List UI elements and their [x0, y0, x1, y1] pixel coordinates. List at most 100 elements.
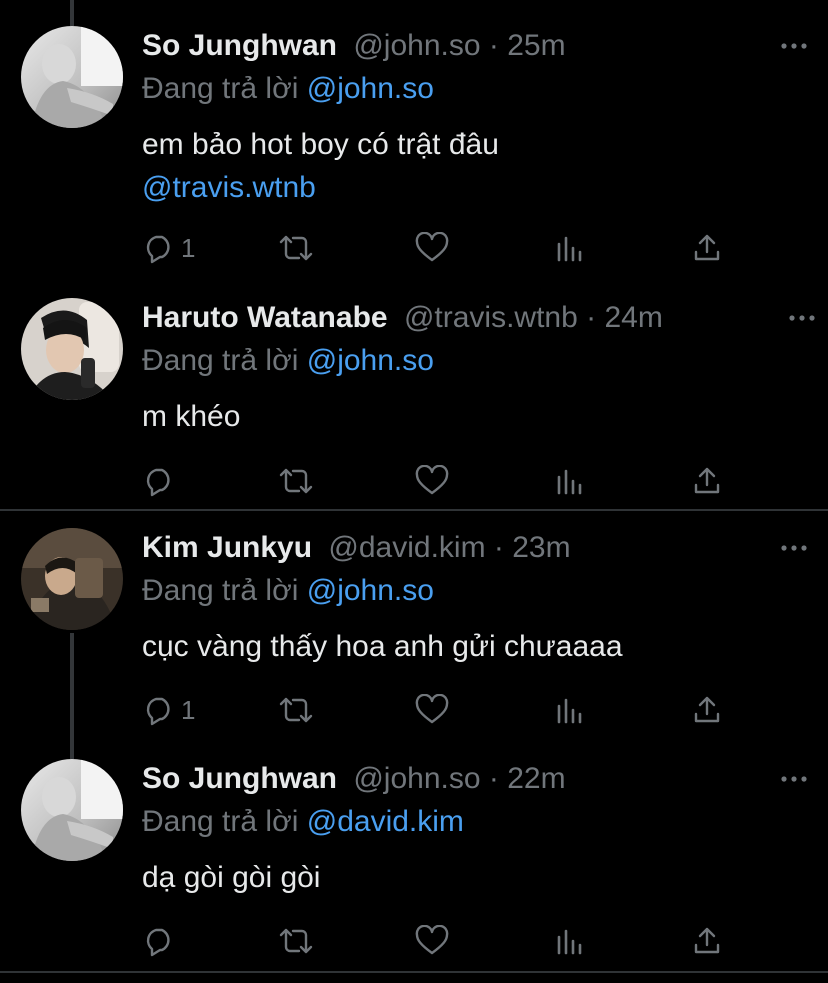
- timestamp[interactable]: 24m: [604, 301, 662, 334]
- display-name[interactable]: So Junghwan: [142, 29, 337, 62]
- analytics-icon: [557, 929, 582, 955]
- reply-button[interactable]: 1: [143, 228, 195, 268]
- display-name[interactable]: Kim Junkyu: [142, 531, 312, 564]
- reply-count: 1: [181, 695, 196, 725]
- retweet-button[interactable]: [277, 921, 315, 961]
- analytics-button[interactable]: [555, 228, 585, 268]
- replying-to-mention[interactable]: @john.so: [307, 72, 434, 105]
- reply-icon: [146, 697, 170, 726]
- more-options-icon[interactable]: [776, 26, 812, 66]
- replying-to-label: Đang trả lời: [142, 805, 307, 838]
- avatar[interactable]: [21, 759, 123, 861]
- analytics-button[interactable]: [555, 921, 585, 961]
- handle[interactable]: @john.so: [353, 762, 480, 795]
- retweet-button[interactable]: [277, 461, 315, 501]
- heart-icon: [415, 925, 449, 955]
- more-options-icon[interactable]: [776, 528, 812, 568]
- replying-to: Đang trả lời @john.so: [142, 341, 434, 381]
- separator: ·: [493, 531, 513, 564]
- avatar[interactable]: [21, 298, 123, 400]
- replying-to-mention[interactable]: @david.kim: [307, 805, 464, 838]
- analytics-icon: [557, 236, 582, 262]
- replying-to: Đang trả lời @david.kim: [142, 802, 464, 842]
- tweet-header: So Junghwan @john.so · 22m: [142, 759, 816, 799]
- tweet-text-line: dạ gòi gòi gòi: [142, 861, 321, 894]
- tweet-text: cục vàng thấy hoa anh gửi chưaaaa: [142, 625, 808, 668]
- mention-link[interactable]: @travis.wtnb: [142, 166, 808, 209]
- separator: ·: [586, 301, 605, 334]
- tweet[interactable]: So Junghwan @john.so · 25m Đang trả lời …: [0, 26, 828, 276]
- separator: ·: [488, 29, 508, 62]
- reply-count: 1: [181, 233, 196, 263]
- more-options-icon[interactable]: [784, 298, 820, 338]
- display-name[interactable]: So Junghwan: [142, 762, 337, 795]
- analytics-icon: [557, 469, 582, 495]
- tweet-actions: [0, 461, 828, 501]
- share-icon: [694, 467, 720, 494]
- retweet-icon: [279, 697, 313, 723]
- tweet-text: dạ gòi gòi gòi: [142, 856, 808, 899]
- replying-to-mention[interactable]: @john.so: [307, 344, 434, 377]
- separator: ·: [488, 762, 508, 795]
- tweet-actions: [0, 921, 828, 961]
- like-button[interactable]: [415, 228, 449, 268]
- replying-to-label: Đang trả lời: [142, 72, 307, 105]
- replying-to-mention[interactable]: @john.so: [307, 574, 434, 607]
- tweet-header: Haruto Watanabe @travis.wtnb · 24m: [142, 298, 816, 338]
- analytics-button[interactable]: [555, 690, 585, 730]
- replying-to-label: Đang trả lời: [142, 344, 307, 377]
- thread-connector: [70, 0, 74, 26]
- retweet-icon: [279, 928, 313, 954]
- timestamp[interactable]: 22m: [507, 762, 565, 795]
- reply-button[interactable]: [143, 921, 181, 961]
- display-name[interactable]: Haruto Watanabe: [142, 301, 388, 334]
- share-button[interactable]: [692, 690, 722, 730]
- more-options-icon[interactable]: [776, 759, 812, 799]
- avatar[interactable]: [21, 528, 123, 630]
- tweet-text-line: cục vàng thấy hoa anh gửi chưaaaa: [142, 630, 623, 663]
- tweet-text: em bảo hot boy có trật đâu @travis.wtnb: [142, 123, 808, 209]
- tweet[interactable]: Haruto Watanabe @travis.wtnb · 24m Đang …: [0, 298, 828, 510]
- reply-feed: So Junghwan @john.so · 25m Đang trả lời …: [0, 0, 828, 983]
- handle[interactable]: @travis.wtnb: [404, 301, 578, 334]
- reply-button[interactable]: 1: [143, 690, 195, 730]
- heart-icon: [415, 694, 449, 724]
- replying-to: Đang trả lời @john.so: [142, 69, 434, 109]
- reply-button[interactable]: [143, 461, 181, 501]
- replying-to-label: Đang trả lời: [142, 574, 307, 607]
- share-icon: [694, 927, 720, 954]
- retweet-button[interactable]: [277, 690, 315, 730]
- reply-icon: [146, 928, 170, 957]
- reply-icon: [146, 468, 170, 497]
- timestamp[interactable]: 23m: [512, 531, 570, 564]
- retweet-button[interactable]: [277, 228, 315, 268]
- heart-icon: [415, 465, 449, 495]
- retweet-icon: [279, 235, 313, 261]
- tweet[interactable]: Kim Junkyu @david.kim · 23m Đang trả lời…: [0, 528, 828, 738]
- tweet-text-line: m khéo: [142, 400, 241, 433]
- analytics-button[interactable]: [555, 461, 585, 501]
- tweet-actions: 1: [0, 690, 828, 730]
- timestamp[interactable]: 25m: [507, 29, 565, 62]
- analytics-icon: [557, 698, 582, 724]
- reply-icon: [146, 235, 170, 264]
- share-icon: [694, 696, 720, 723]
- share-button[interactable]: [692, 461, 722, 501]
- tweet-actions: 1: [0, 228, 828, 268]
- tweet-text-line: em bảo hot boy có trật đâu: [142, 128, 499, 161]
- replying-to: Đang trả lời @john.so: [142, 571, 434, 611]
- tweet[interactable]: So Junghwan @john.so · 22m Đang trả lời …: [0, 759, 828, 969]
- share-button[interactable]: [692, 228, 722, 268]
- like-button[interactable]: [415, 461, 449, 501]
- divider: [0, 509, 828, 511]
- avatar[interactable]: [21, 26, 123, 128]
- like-button[interactable]: [415, 921, 449, 961]
- share-icon: [694, 234, 720, 261]
- share-button[interactable]: [692, 921, 722, 961]
- tweet-text: m khéo: [142, 395, 808, 438]
- retweet-icon: [279, 468, 313, 494]
- tweet-header: So Junghwan @john.so · 25m: [142, 26, 816, 66]
- handle[interactable]: @david.kim: [328, 531, 485, 564]
- handle[interactable]: @john.so: [353, 29, 480, 62]
- like-button[interactable]: [415, 690, 449, 730]
